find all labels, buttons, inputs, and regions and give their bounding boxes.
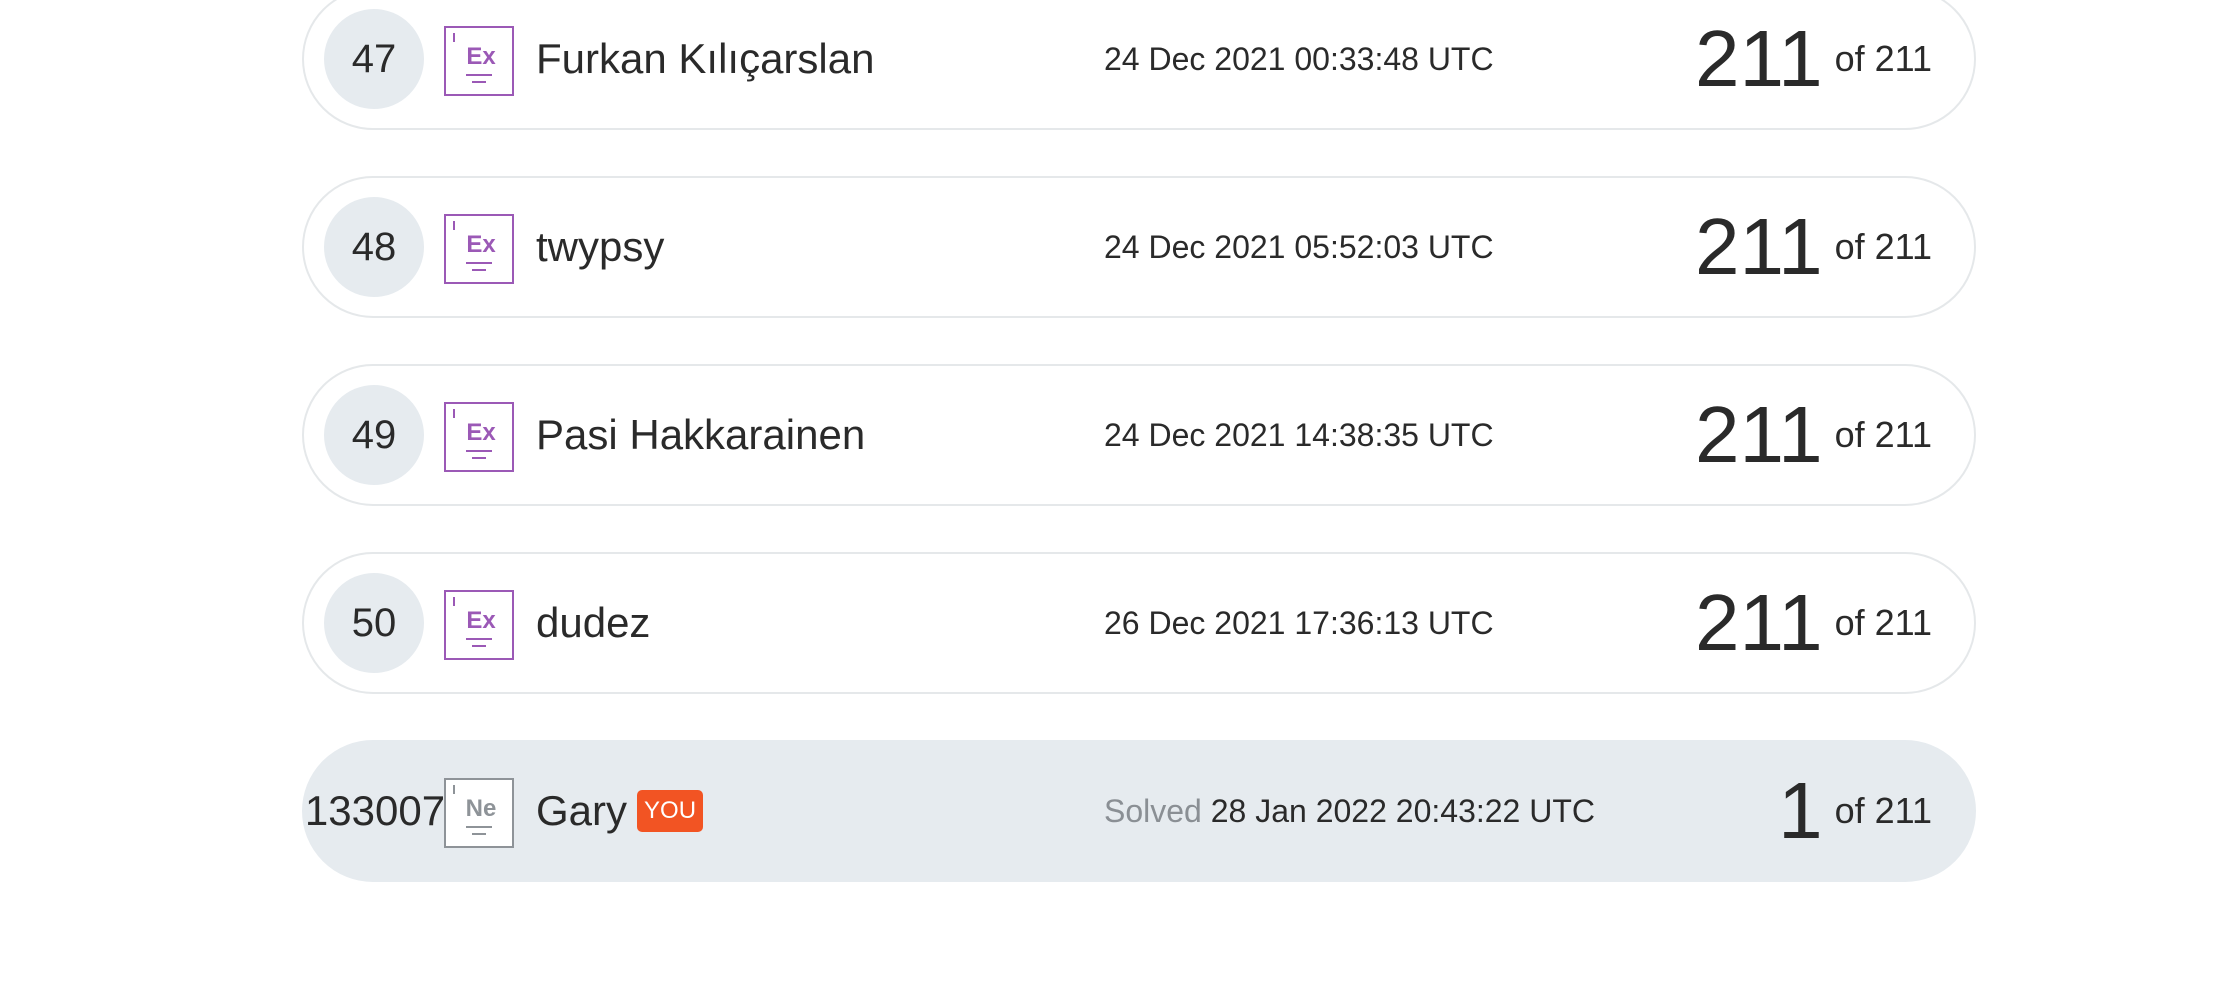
user-name[interactable]: Pasi Hakkarainen [536, 366, 865, 504]
score-total: of 211 [1834, 602, 1932, 643]
solved-time: 24 Dec 2021 00:33:48 UTC [1104, 41, 1494, 77]
leaderboard-row: 48 Ex twypsy 24 Dec 2021 05:52:03 UTC 21… [302, 176, 1976, 318]
score-value: 211 [1695, 578, 1823, 667]
solved-time: 26 Dec 2021 17:36:13 UTC [1104, 605, 1494, 641]
leaderboard-row: 50 Ex dudez 26 Dec 2021 17:36:13 UTC 211… [302, 552, 1976, 694]
current-user-row: 133007 Ne Gary YOU Solved 28 Jan 2022 20:… [302, 740, 1976, 882]
solved-label: Solved [1104, 793, 1202, 829]
user-name[interactable]: dudez [536, 554, 650, 692]
user-name-text: Gary [536, 787, 628, 834]
solved-time: 24 Dec 2021 14:38:35 UTC [1104, 417, 1494, 453]
svg-text:Ex: Ex [466, 43, 496, 70]
score: 211 of 211 [1695, 366, 1932, 504]
score: 211 of 211 [1695, 178, 1932, 316]
score-total: of 211 [1834, 790, 1932, 831]
rank-number: 48 [324, 197, 424, 297]
rank-number: 47 [324, 9, 424, 109]
score-value: 1 [1778, 766, 1823, 855]
svg-text:Ex: Ex [466, 607, 496, 634]
score-total: of 211 [1834, 38, 1932, 79]
user-name[interactable]: Gary YOU [536, 742, 704, 880]
rank-number: 49 [324, 385, 424, 485]
rank-number: 50 [324, 573, 424, 673]
solved-time: Solved 28 Jan 2022 20:43:22 UTC [1104, 742, 1595, 880]
svg-text:Ex: Ex [466, 231, 496, 258]
score-total: of 211 [1834, 226, 1932, 267]
solved-time-value: 28 Jan 2022 20:43:22 UTC [1210, 793, 1595, 829]
score: 1 of 211 [1778, 742, 1932, 880]
score-value: 211 [1695, 14, 1823, 103]
score-value: 211 [1695, 390, 1823, 479]
excellent-level-icon: Ex [444, 590, 514, 660]
svg-text:Ne: Ne [466, 795, 497, 822]
you-badge: YOU [637, 789, 704, 832]
excellent-level-icon: Ex [444, 26, 514, 96]
excellent-level-icon: Ex [444, 214, 514, 284]
user-name[interactable]: Furkan Kılıçarslan [536, 0, 874, 128]
rank-number: 133007 [304, 787, 446, 834]
score: 211 of 211 [1695, 0, 1932, 128]
solved-time: 24 Dec 2021 05:52:03 UTC [1104, 229, 1494, 265]
score: 211 of 211 [1695, 554, 1932, 692]
excellent-level-icon: Ex [444, 402, 514, 472]
score-value: 211 [1695, 202, 1823, 291]
svg-text:Ex: Ex [466, 419, 496, 446]
leaderboard-row: 49 Ex Pasi Hakkarainen 24 Dec 2021 14:38… [302, 364, 1976, 506]
score-total: of 211 [1834, 414, 1932, 455]
newbie-level-icon: Ne [444, 778, 514, 848]
leaderboard-row: 47 Ex Furkan Kılıçarslan 24 Dec 2021 00:… [302, 0, 1976, 130]
user-name[interactable]: twypsy [536, 178, 664, 316]
